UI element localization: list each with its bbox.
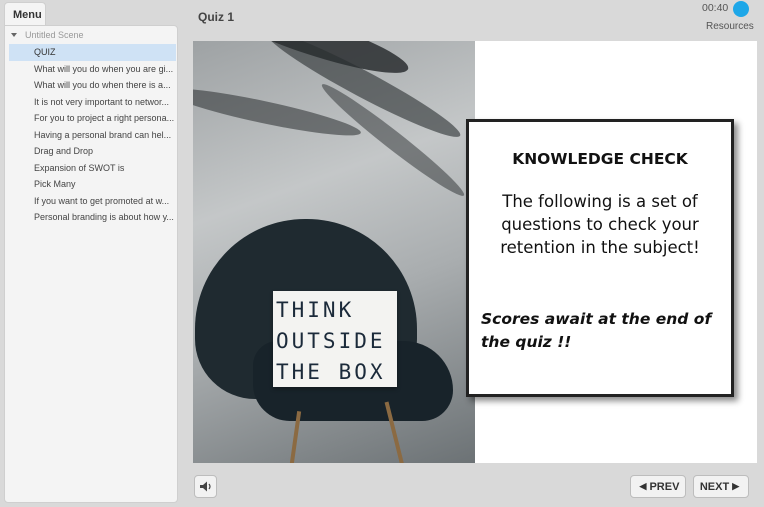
chevron-left-icon: ◀ <box>639 481 647 491</box>
sidebar-item[interactable]: It is not very important to networ... <box>9 94 176 111</box>
next-label: NEXT <box>699 480 730 493</box>
card-title: KNOWLEDGE CHECK <box>512 150 688 168</box>
chair-photo: THINK OUTSIDE THE BOX <box>193 41 475 463</box>
lightbox-sign: THINK OUTSIDE THE BOX <box>273 291 397 387</box>
sidebar-item[interactable]: If you want to get promoted at w... <box>9 193 176 210</box>
prev-label: PREV <box>649 480 680 493</box>
slide-list: QUIZ What will you do when you are gi...… <box>9 44 176 226</box>
speaker-icon <box>199 481 211 492</box>
chevron-right-icon: ▶ <box>732 481 740 491</box>
next-button[interactable]: NEXT ▶ <box>693 475 749 498</box>
card-note: Scores await at the end of the quiz !! <box>481 310 712 351</box>
triangle-down-icon <box>11 33 17 37</box>
page-title: Quiz 1 <box>198 10 235 24</box>
sidebar: Untitled Scene QUIZ What will you do whe… <box>4 25 178 503</box>
sidebar-item-quiz[interactable]: QUIZ <box>9 44 176 61</box>
prev-button[interactable]: ◀ PREV <box>630 475 686 498</box>
sidebar-item[interactable]: Pick Many <box>9 176 176 193</box>
timer-text: 00:40 <box>702 2 729 14</box>
sign-line: THINK <box>276 298 355 322</box>
sidebar-item[interactable]: Having a personal brand can hel... <box>9 127 176 144</box>
slide-canvas: THINK OUTSIDE THE BOX KNOWLEDGE CHECK Th… <box>193 41 757 463</box>
sidebar-item[interactable]: What will you do when there is a... <box>9 77 176 94</box>
scene-row[interactable]: Untitled Scene <box>11 30 84 40</box>
sign-line: THE BOX <box>276 360 386 384</box>
sidebar-item[interactable]: What will you do when you are gi... <box>9 61 176 78</box>
sidebar-item[interactable]: Personal branding is about how y... <box>9 209 176 226</box>
knowledge-check-card: KNOWLEDGE CHECK The following is a set o… <box>466 119 734 397</box>
audio-button[interactable] <box>194 475 217 498</box>
card-body: The following is a set of questions to c… <box>500 192 700 257</box>
sidebar-item[interactable]: Drag and Drop <box>9 143 176 160</box>
sidebar-item[interactable]: For you to project a right persona... <box>9 110 176 127</box>
scene-label: Untitled Scene <box>25 30 84 40</box>
menu-tab[interactable]: Menu <box>4 2 46 26</box>
resources-link[interactable]: Resources <box>706 21 754 32</box>
sidebar-item[interactable]: Expansion of SWOT is <box>9 160 176 177</box>
sign-line: OUTSIDE <box>276 329 386 353</box>
timer-icon <box>733 1 749 17</box>
